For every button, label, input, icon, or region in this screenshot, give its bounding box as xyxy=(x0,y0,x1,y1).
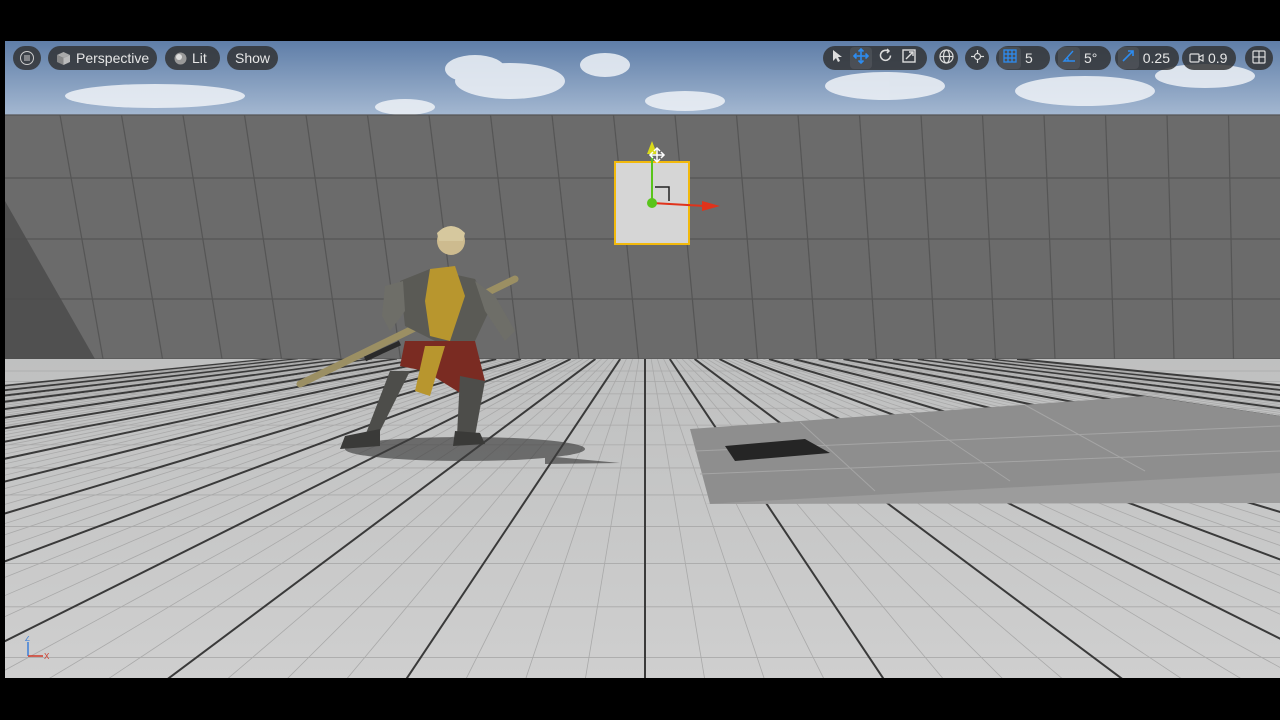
camera-speed-value: 0.9 xyxy=(1208,50,1228,66)
level-viewport[interactable]: Perspective Lit Show 5 5° 0.25 0.9 Z X xyxy=(5,41,1280,678)
grid-snap-value[interactable]: 5 xyxy=(1023,50,1039,66)
select-tool-button[interactable] xyxy=(826,47,848,69)
show-label: Show xyxy=(234,50,271,66)
axis-indicator: Z X xyxy=(25,636,50,661)
rotation-snap-toggle[interactable] xyxy=(1058,47,1080,69)
scale-snap-toggle[interactable] xyxy=(1118,47,1139,69)
perspective-button[interactable]: Perspective xyxy=(48,46,157,70)
rotation-snap-value[interactable]: 5° xyxy=(1082,50,1103,66)
rotation-snap-group: 5° xyxy=(1055,46,1111,70)
show-button[interactable]: Show xyxy=(227,46,278,70)
scale-tool-button[interactable] xyxy=(898,47,920,69)
world-space-button[interactable] xyxy=(934,46,958,70)
axis-z-label: Z xyxy=(25,636,30,643)
rotate-icon xyxy=(878,48,893,68)
hamburger-menu-icon xyxy=(20,51,34,65)
translate-tool-button[interactable] xyxy=(850,47,872,69)
lit-label: Lit xyxy=(192,50,207,66)
scale-snap-group: 0.25 xyxy=(1115,46,1179,70)
grid-snap-group: 5 xyxy=(996,46,1050,70)
transform-tools-group xyxy=(823,46,927,70)
viewport-layout-icon xyxy=(1252,49,1266,67)
scale-arrow-icon xyxy=(1121,49,1135,68)
scale-icon xyxy=(902,48,916,68)
move-arrows-icon xyxy=(852,47,870,69)
viewport-options-button[interactable] xyxy=(13,46,41,70)
viewport-scene[interactable] xyxy=(5,41,1280,678)
viewport-layout-button[interactable] xyxy=(1245,46,1273,70)
axis-x-label: X xyxy=(44,652,50,661)
rotate-tool-button[interactable] xyxy=(874,47,896,69)
view-mode-button[interactable]: Lit xyxy=(165,46,220,70)
camera-speed-button[interactable]: 0.9 xyxy=(1182,46,1236,70)
surface-snap-button[interactable] xyxy=(965,46,989,70)
angle-icon xyxy=(1062,49,1076,68)
surface-snap-icon xyxy=(970,49,985,67)
scale-snap-value[interactable]: 0.25 xyxy=(1141,50,1176,66)
camera-icon xyxy=(1189,52,1204,64)
grid-snap-toggle[interactable] xyxy=(999,47,1021,69)
cursor-icon xyxy=(831,49,843,68)
cube-icon xyxy=(56,51,71,66)
grid-icon xyxy=(1003,48,1017,68)
globe-icon xyxy=(938,49,954,67)
lit-sphere-icon xyxy=(174,52,187,65)
perspective-label: Perspective xyxy=(76,50,150,66)
